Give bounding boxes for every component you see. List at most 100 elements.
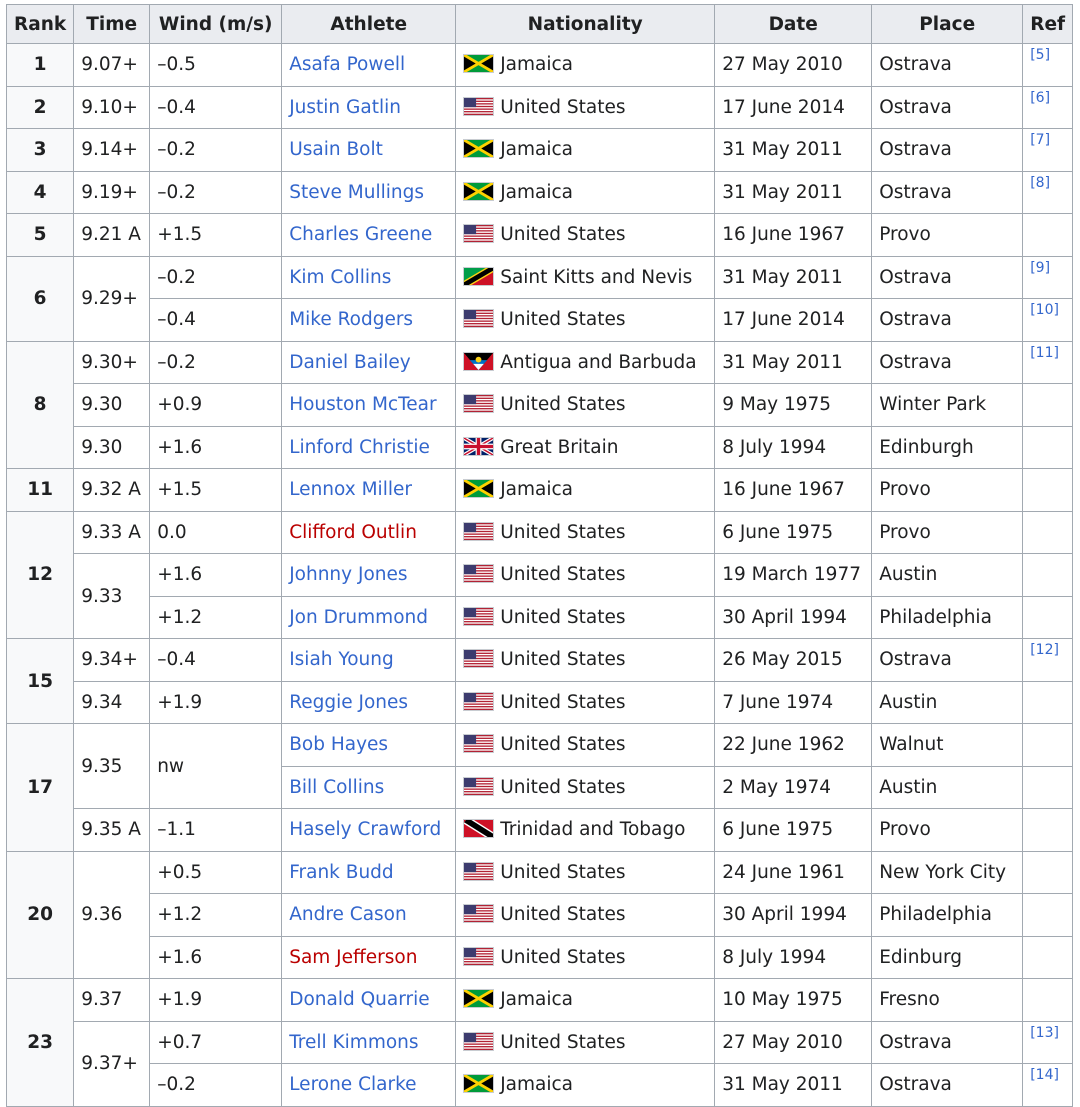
nationality-label: United States [500, 776, 626, 798]
date-cell: 6 June 1975 [714, 808, 873, 852]
athlete-link-bob-hayes[interactable]: Bob Hayes [289, 734, 388, 755]
ref-link[interactable]: [5] [1030, 47, 1050, 63]
ref-link[interactable]: [9] [1030, 260, 1050, 276]
athlete-link-linford-christie[interactable]: Linford Christie [289, 437, 430, 458]
us-flag-icon[interactable] [463, 861, 495, 881]
place-cell: Provo [871, 808, 1024, 852]
nationality-label: United States [500, 309, 626, 331]
athlete-link-andre-cason[interactable]: Andre Cason [289, 904, 407, 925]
header-athlete[interactable]: Athlete [281, 4, 457, 44]
header-wind[interactable]: Wind (m/s) [149, 4, 283, 44]
header-rank[interactable]: Rank [5, 4, 75, 44]
athlete-link-asafa-powell[interactable]: Asafa Powell [289, 54, 405, 75]
nationality-label: Jamaica [500, 479, 574, 501]
athlete-link-charles-greene[interactable]: Charles Greene [289, 224, 432, 245]
us-flag-icon[interactable] [463, 521, 495, 541]
athlete-link-frank-budd[interactable]: Frank Budd [289, 862, 393, 883]
place-cell: Winter Park [871, 383, 1024, 427]
jamaica-flag-icon[interactable] [463, 181, 495, 201]
wind-cell: +1.2 [149, 595, 283, 639]
athlete-link-reggie-jones[interactable]: Reggie Jones [289, 692, 408, 713]
nationality-label: United States [500, 1031, 626, 1053]
us-flag-icon[interactable] [463, 309, 495, 329]
ref-cell: [6] [1022, 85, 1074, 129]
nationality-label: United States [500, 861, 626, 883]
athlete-link-sam-jefferson[interactable]: Sam Jefferson [289, 947, 417, 968]
athlete-link-mike-rodgers[interactable]: Mike Rodgers [289, 309, 413, 330]
ref-link[interactable]: [12] [1030, 642, 1059, 658]
us-flag-icon[interactable] [463, 96, 495, 116]
time-cell: 9.34 [73, 680, 151, 724]
us-flag-icon[interactable] [463, 734, 495, 754]
athlete-link-isiah-young[interactable]: Isiah Young [289, 649, 394, 670]
us-flag-icon[interactable] [463, 904, 495, 924]
athlete-link-johnny-jones[interactable]: Johnny Jones [289, 564, 407, 585]
ref-link[interactable]: [6] [1030, 90, 1050, 106]
date-cell: 30 April 1994 [714, 595, 873, 639]
header-ref[interactable]: Ref [1022, 4, 1074, 44]
us-flag-icon[interactable] [463, 224, 495, 244]
date-cell: 8 July 1994 [714, 935, 873, 979]
antigua-flag-icon[interactable] [463, 351, 495, 371]
athlete-link-hasely-crawford[interactable]: Hasely Crawford [289, 819, 441, 840]
ref-link[interactable]: [10] [1030, 302, 1059, 318]
athlete-link-jon-drummond[interactable]: Jon Drummond [289, 607, 428, 628]
jamaica-flag-icon[interactable] [463, 479, 495, 499]
rank-cell: 8 [5, 340, 75, 469]
ref-link[interactable]: [11] [1030, 345, 1059, 361]
nationality-label: Jamaica [500, 139, 574, 161]
header-nationality[interactable]: Nationality [455, 4, 716, 44]
athlete-link-houston-mctear[interactable]: Houston McTear [289, 394, 436, 415]
jamaica-flag-icon[interactable] [463, 139, 495, 159]
table-row: 3 9.14+ –0.2 Usain Bolt Jamaica 31 May 2011 Os… [5, 128, 1074, 172]
athlete-link-trell-kimmons[interactable]: Trell Kimmons [289, 1032, 418, 1053]
wind-cell: –0.5 [149, 43, 283, 87]
athlete-link-lerone-clarke[interactable]: Lerone Clarke [289, 1074, 416, 1095]
place-cell: Provo [871, 213, 1024, 257]
time-cell: 9.30 [73, 383, 151, 427]
wind-cell: +0.9 [149, 383, 283, 427]
us-flag-icon[interactable] [463, 946, 495, 966]
rank-cell: 3 [5, 128, 75, 172]
athlete-link-bill-collins[interactable]: Bill Collins [289, 777, 384, 798]
nationality-label: Antigua and Barbuda [500, 351, 697, 373]
athlete-link-daniel-bailey[interactable]: Daniel Bailey [289, 352, 411, 373]
us-flag-icon[interactable] [463, 1031, 495, 1051]
ref-link[interactable]: [13] [1030, 1025, 1059, 1041]
saint-kitts-flag-icon[interactable] [463, 266, 495, 286]
wind-cell: –0.4 [149, 85, 283, 129]
nationality-label: United States [500, 946, 626, 968]
us-flag-icon[interactable] [463, 776, 495, 796]
wind-cell: +1.6 [149, 935, 283, 979]
athlete-link-lennox-miller[interactable]: Lennox Miller [289, 479, 412, 500]
us-flag-icon[interactable] [463, 394, 495, 414]
date-cell: 16 June 1967 [714, 213, 873, 257]
jamaica-flag-icon[interactable] [463, 989, 495, 1009]
wind-cell: –0.2 [149, 1063, 283, 1107]
athlete-link-justin-gatlin[interactable]: Justin Gatlin [289, 97, 401, 118]
header-time[interactable]: Time [73, 4, 151, 44]
header-place[interactable]: Place [871, 4, 1024, 44]
header-date[interactable]: Date [714, 4, 873, 44]
athlete-cell: Reggie Jones [281, 680, 457, 724]
athlete-link-usain-bolt[interactable]: Usain Bolt [289, 139, 383, 160]
nationality-cell: United States [455, 553, 716, 597]
athlete-link-clifford-outlin[interactable]: Clifford Outlin [289, 522, 417, 543]
us-flag-icon[interactable] [463, 606, 495, 626]
ref-link[interactable]: [14] [1030, 1067, 1059, 1083]
uk-flag-icon[interactable] [463, 436, 495, 456]
nationality-cell: United States [455, 935, 716, 979]
trinidad-flag-icon[interactable] [463, 819, 495, 839]
us-flag-icon[interactable] [463, 564, 495, 584]
table-row: +1.6 Sam Jefferson United States 8 July 199… [7, 935, 1074, 979]
ref-link[interactable]: [8] [1030, 175, 1050, 191]
athlete-link-steve-mullings[interactable]: Steve Mullings [289, 182, 424, 203]
jamaica-flag-icon[interactable] [463, 1074, 495, 1094]
us-flag-icon[interactable] [463, 691, 495, 711]
nationality-label: Jamaica [500, 181, 574, 203]
ref-link[interactable]: [7] [1030, 132, 1050, 148]
jamaica-flag-icon[interactable] [463, 54, 495, 74]
athlete-link-donald-quarrie[interactable]: Donald Quarrie [289, 989, 429, 1010]
athlete-link-kim-collins[interactable]: Kim Collins [289, 267, 391, 288]
us-flag-icon[interactable] [463, 649, 495, 669]
